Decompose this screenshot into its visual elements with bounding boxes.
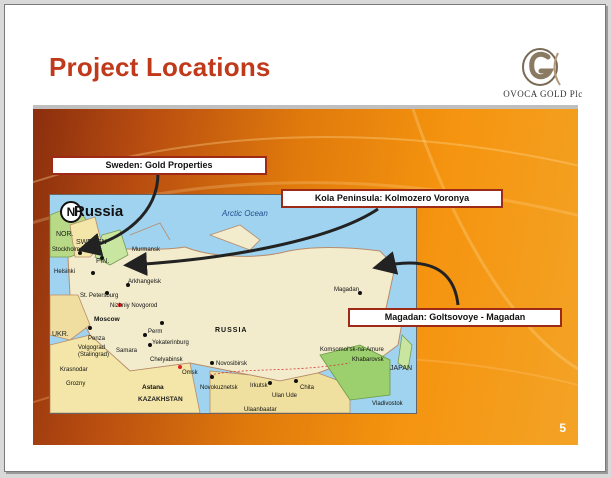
city-moscow: Moscow	[94, 316, 120, 323]
country-label-finland: FIN.	[96, 258, 110, 265]
city-grozny: Grozny	[66, 381, 86, 387]
slide-title: Project Locations	[49, 52, 271, 82]
city-stalingrad: (Stalingrad)	[78, 352, 110, 358]
logo-text: OVOCA GOLD Plc	[503, 89, 583, 99]
city-murmansk: Murmansk	[132, 247, 161, 253]
russia-map: N Russia Arctic Ocean RUSSIA NOR. SWEDEN…	[49, 194, 417, 414]
ocean-label: Arctic Ocean	[222, 209, 268, 218]
city-nizhniy-novgorod: Nizhniy Novgorod	[110, 303, 158, 309]
city-novokuznetsk: Novokuznetsk	[200, 385, 238, 391]
city-chelyabinsk: Chelyabinsk	[150, 357, 183, 363]
city-astana: Astana	[142, 384, 164, 391]
country-label-russia: RUSSIA	[215, 327, 248, 334]
company-logo: OVOCA GOLD Plc	[493, 45, 593, 105]
city-vladivostok: Vladivostok	[372, 401, 403, 407]
city-perm: Perm	[148, 329, 163, 335]
city-yekaterinburg: Yekaterinburg	[152, 340, 189, 346]
country-label-ukraine: UKR.	[52, 331, 69, 338]
country-label-japan: JAPAN	[390, 365, 413, 372]
city-novosibirsk: Novosibirsk	[216, 361, 248, 367]
country-label-norway: NOR.	[56, 231, 74, 238]
city-st-petersburg: St. Petersburg	[80, 293, 119, 299]
city-khabarovsk: Khabarovsk	[352, 357, 384, 363]
city-ulaanbaatar: Ulaanbaatar	[244, 407, 277, 413]
city-omsk: Omsk	[182, 370, 198, 376]
city-irkutsk: Irkutsk	[250, 383, 268, 389]
city-ulan-ude: Ulan Ude	[272, 393, 298, 399]
og-monogram-icon	[522, 48, 561, 86]
callout-sweden: Sweden: Gold Properties	[51, 156, 267, 175]
callout-kola: Kola Peninsula: Kolmozero Voronya	[281, 189, 503, 208]
city-magadan: Magadan	[334, 287, 360, 293]
map-graphic	[50, 204, 413, 413]
city-samara: Samara	[116, 348, 138, 354]
country-label-kazakhstan: KAZAKHSTAN	[138, 396, 183, 403]
slide: Project Locations OVOCA GOLD Plc N Russi…	[4, 4, 606, 472]
map-title: Russia	[74, 203, 124, 220]
city-chita: Chita	[300, 385, 315, 391]
callout-magadan: Magadan: Goltsovoye - Magadan	[348, 308, 562, 327]
city-helsinki: Helsinki	[54, 269, 76, 275]
city-arkhangelsk: Arkhangelsk	[128, 279, 162, 285]
page-number: 5	[559, 421, 566, 435]
city-stockholm: Stockholm	[52, 247, 81, 253]
country-label-sweden: SWEDEN	[76, 239, 107, 246]
content-panel: N Russia Arctic Ocean RUSSIA NOR. SWEDEN…	[33, 109, 578, 445]
city-krasnodar: Krasnodar	[60, 367, 88, 373]
city-penza: Penza	[88, 336, 106, 342]
city-komsomolsk: Komsomol'sk-na-Amure	[320, 347, 384, 353]
city-volgograd: Volgograd	[78, 345, 106, 351]
